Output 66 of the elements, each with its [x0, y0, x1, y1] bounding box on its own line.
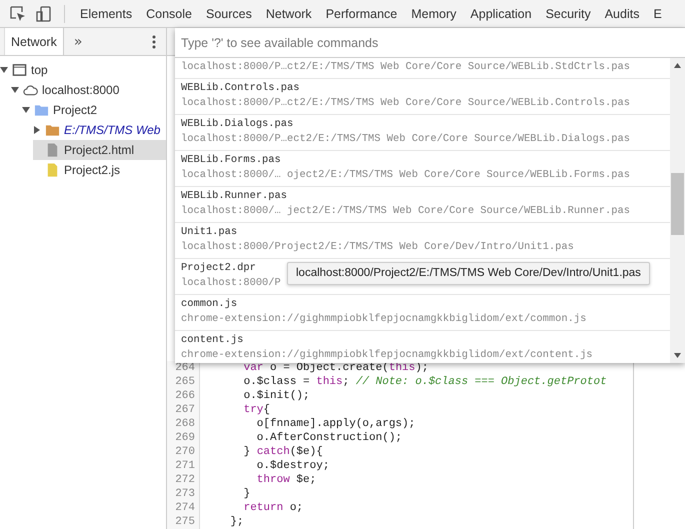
scroll-down-icon[interactable] [674, 353, 681, 358]
frame-icon [12, 63, 27, 77]
line-number: 271 [167, 459, 200, 473]
panel-tab[interactable]: Network [258, 6, 319, 20]
collapse-arrow-icon[interactable] [33, 126, 41, 134]
file-icon [45, 143, 60, 157]
scroll-up-icon[interactable] [674, 63, 681, 68]
panel-tab[interactable]: Elements [73, 6, 140, 20]
file-icon [45, 163, 60, 177]
code-line: }; [229, 515, 244, 529]
sidebar-tab[interactable]: Network [4, 28, 64, 55]
code-line: try{ [242, 403, 270, 417]
device-icon[interactable] [36, 6, 52, 22]
folder-icon [45, 123, 60, 137]
line-number: 274 [167, 501, 200, 515]
panel-tab[interactable]: Security [538, 6, 598, 20]
file-result[interactable]: common.js chrome-extension://gighmmpiobklfepjocnamgkkbiglidom/ext/common.js [175, 295, 670, 331]
scrollbar-thumb[interactable] [671, 173, 684, 235]
inspect-icon[interactable] [10, 6, 26, 22]
line-number: 268 [167, 417, 200, 431]
cloud-icon [23, 83, 38, 97]
line-number: 272 [167, 473, 200, 487]
expand-arrow-icon[interactable] [0, 66, 8, 74]
code-line: return o; [242, 501, 304, 515]
file-result[interactable]: Unit1.pas localhost:8000/Project2/E:/TMS/TMS Web Core/Dev/Intro/Unit1.pas [175, 223, 670, 259]
file-result[interactable]: WEBLib.Runner.pas localhost:8000/… ject2/E:/TMS/TMS Web Core/Core Source/WEBLib.Runner.pas [175, 187, 670, 223]
file-result[interactable]: WEBLib.Controls.pas localhost:8000/P…ct2/E:/TMS/TMS Web Core/Core Source/WEBLib.Controls.pas [175, 79, 670, 115]
tree-item[interactable]: top [0, 60, 166, 80]
code-line: throw $e; [256, 473, 316, 487]
expand-arrow-icon[interactable] [22, 106, 30, 114]
code-line: } [242, 487, 250, 501]
tree-item[interactable]: Project2.js [33, 160, 166, 180]
code-line: } catch($e){ [242, 445, 323, 459]
code-line: o[fnname].apply(o,args); [256, 417, 416, 431]
tree-item[interactable]: E:/TMS/TMS Web [33, 120, 166, 140]
line-number: 269 [167, 431, 200, 445]
panel-tab[interactable]: Sources [198, 6, 259, 20]
line-number: 265 [167, 375, 200, 389]
line-number: 275 [167, 515, 200, 529]
panel-tab[interactable]: E [646, 6, 669, 20]
file-result[interactable]: WEBLib.Forms.pas localhost:8000/… oject2/E:/TMS/TMS Web Core/Core Source/WEBLib.Forms.pas [175, 151, 670, 187]
panel-tab[interactable]: Performance [318, 6, 404, 20]
more-options-icon[interactable] [152, 34, 156, 48]
panel-tab[interactable]: Console [139, 6, 199, 20]
expand-arrow-icon[interactable] [11, 86, 19, 94]
code-line: o.$class = this; // Note: o.$class === Object.getProtot [242, 375, 607, 389]
line-number: 273 [167, 487, 200, 501]
panel-tab[interactable]: Memory [404, 6, 464, 20]
tooltip: localhost:8000/Project2/E:/TMS/TMS Web Core/Dev/Intro/Unit1.pas [287, 262, 650, 285]
folder-icon [34, 103, 49, 117]
tree-item[interactable]: localhost:8000 [11, 80, 166, 100]
file-result[interactable]: Project2.dpr localhost:8000/P localhost:8000/Project2/E:/TMS/TMS Web Core/Dev/Intro/Unit1.pas [175, 259, 670, 295]
tree-item[interactable]: Project2.html [33, 140, 166, 160]
tree-item[interactable]: Project2 [22, 100, 166, 120]
line-number: 266 [167, 389, 200, 403]
command-input[interactable]: Type '?' to see available commands [175, 28, 685, 58]
panel-tab[interactable]: Audits [598, 6, 646, 20]
panel-tab[interactable]: Application [463, 6, 539, 20]
line-number: 267 [167, 403, 200, 417]
code-line: o.$init(); [242, 389, 310, 403]
code-line: o.$destroy; [256, 459, 330, 473]
file-result[interactable]: WEBLib.Dialogs.pas localhost:8000/P…ect2/E:/TMS/TMS Web Core/Core Source/WEBLib.Dialogs.pas [175, 115, 670, 151]
code-line: o.AfterConstruction(); [256, 431, 402, 445]
file-result[interactable]: localhost:8000/P…ct2/E:/TMS/TMS Web Core/Core Source/WEBLib.StdCtrls.pas [175, 58, 670, 79]
more-tabs-button[interactable]: » [74, 34, 82, 50]
line-number: 270 [167, 445, 200, 459]
